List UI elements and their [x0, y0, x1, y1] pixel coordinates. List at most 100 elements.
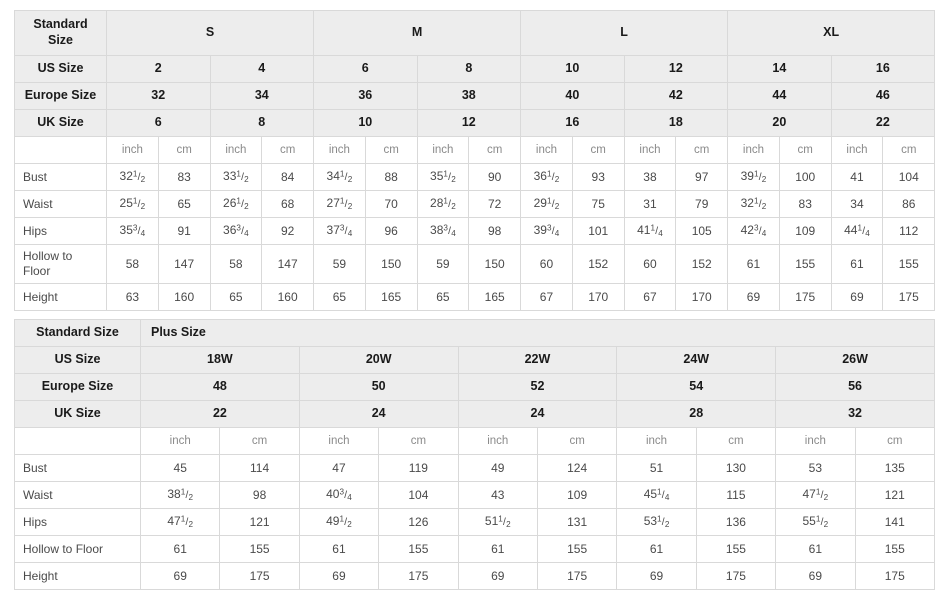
plus-measure-cell: 141	[854, 508, 936, 536]
unit-row-blank-label	[14, 136, 107, 164]
standard-measure-cell: 67	[623, 283, 677, 311]
plus-measure-cell: 471/2	[139, 508, 221, 536]
plus-measure-cell: 124	[536, 454, 618, 482]
unit-header-inch: inch	[139, 427, 221, 455]
plus-measure-cell: 155	[536, 535, 618, 563]
uk-size-value: 6	[106, 109, 211, 137]
plus-group-header-row: Standard Size Plus Size	[14, 319, 936, 347]
unit-header-cm: cm	[219, 427, 300, 455]
row-label-europe-size: Europe Size	[14, 82, 107, 110]
standard-measure-row: Waist 251/2 65 261/2 68 271/2 70 281/2 72 291/2 75…	[14, 190, 936, 218]
label-line2: Floor	[23, 264, 51, 278]
plus-measure-cell: 155	[854, 535, 936, 563]
unit-header-cm: cm	[882, 136, 936, 164]
plus-us-size-value: 22W	[457, 346, 618, 374]
standard-measure-cell: 251/2	[106, 190, 159, 218]
plus-europe-size-value: 54	[616, 373, 777, 401]
europe-size-value: 34	[209, 82, 315, 110]
standard-measure-cell: 170	[571, 283, 625, 311]
unit-header-cm: cm	[571, 136, 625, 164]
plus-row-label-waist: Waist	[14, 481, 141, 509]
plus-measure-cell: 45	[139, 454, 221, 482]
standard-measure-cell: 112	[882, 217, 936, 245]
unit-header-inch: inch	[830, 136, 884, 164]
unit-header-cm: cm	[854, 427, 936, 455]
standard-measure-row: Bust 321/2 83 331/2 84 341/2 88 351/2 90 361/2 93 3…	[14, 163, 936, 191]
us-size-value: 8	[416, 55, 522, 83]
standard-measure-cell: 60	[623, 244, 677, 284]
plus-measure-cell: 49	[457, 454, 538, 482]
standard-row-label-bust: Bust	[14, 163, 107, 191]
standard-measure-row: Hips 353/4 91 363/4 92 373/4 96 383/4 98 393/4 101…	[14, 217, 936, 245]
standard-measure-cell: 160	[157, 283, 211, 311]
unit-header-cm: cm	[675, 136, 729, 164]
standard-measure-cell: 79	[675, 190, 729, 218]
standard-measure-cell: 59	[313, 244, 366, 284]
unit-header-inch: inch	[457, 427, 538, 455]
standard-measure-cell: 170	[675, 283, 729, 311]
standard-measure-cell: 165	[364, 283, 418, 311]
us-size-value: 10	[520, 55, 625, 83]
plus-measure-cell: 114	[219, 454, 300, 482]
plus-uk-size-value: 32	[775, 400, 936, 428]
plus-measure-cell: 61	[139, 535, 221, 563]
standard-size-label-header: Standard Size	[14, 10, 107, 56]
us-size-value: 14	[727, 55, 832, 83]
standard-measure-cell: 91	[157, 217, 211, 245]
plus-measure-cell: 381/2	[139, 481, 221, 509]
us-size-value: 4	[209, 55, 315, 83]
europe-size-value: 32	[106, 82, 211, 110]
standard-measure-cell: 98	[468, 217, 522, 245]
standard-measure-cell: 160	[261, 283, 315, 311]
us-size-value: 16	[830, 55, 936, 83]
unit-header-cm: cm	[695, 427, 777, 455]
unit-header-inch: inch	[775, 427, 856, 455]
plus-us-size-row: US Size 18W 20W 22W 24W 26W	[14, 346, 936, 374]
plus-measure-row: Bust 45 114 47 119 49 124 51 130 53 135	[14, 454, 936, 482]
plus-uk-size-value: 28	[616, 400, 777, 428]
standard-measure-row: Hollow to Floor 58 147 58 147 59 150 59 150 60 152 6…	[14, 244, 936, 284]
standard-measure-cell: 361/2	[520, 163, 573, 191]
plus-measure-cell: 119	[378, 454, 459, 482]
standard-us-size-row: US Size 2 4 6 8 10 12 14 16	[14, 55, 936, 83]
plus-measure-cell: 98	[219, 481, 300, 509]
us-size-value: 2	[106, 55, 211, 83]
standard-measure-cell: 67	[520, 283, 573, 311]
size-group-l: L	[520, 10, 729, 56]
plus-measure-row: Height 69 175 69 175 69 175 69 175 69 175	[14, 562, 936, 590]
plus-measure-cell: 121	[219, 508, 300, 536]
plus-size-group-title: Plus Size	[139, 319, 936, 347]
unit-header-inch: inch	[727, 136, 780, 164]
standard-measure-cell: 281/2	[416, 190, 470, 218]
plus-measure-row: Hollow to Floor 61 155 61 155 61 155 61 155 61 155	[14, 535, 936, 563]
plus-measure-cell: 175	[695, 562, 777, 590]
uk-size-value: 10	[313, 109, 418, 137]
standard-measure-cell: 69	[727, 283, 780, 311]
standard-measure-cell: 165	[468, 283, 522, 311]
plus-measure-cell: 61	[298, 535, 380, 563]
standard-measure-cell: 363/4	[209, 217, 263, 245]
plus-uk-size-row: UK Size 22 24 24 28 32	[14, 400, 936, 428]
plus-measure-cell: 126	[378, 508, 459, 536]
table-separator	[14, 311, 938, 319]
standard-size-label-line2: Size	[47, 33, 73, 47]
standard-size-label-line1: Standard	[33, 17, 88, 32]
standard-measure-cell: 411/4	[623, 217, 677, 245]
plus-measure-cell: 121	[854, 481, 936, 509]
plus-measure-cell: 175	[854, 562, 936, 590]
europe-size-value: 38	[416, 82, 522, 110]
plus-measure-row: Hips 471/2 121 491/2 126 511/2 131 531/2 136 551/…	[14, 508, 936, 536]
plus-measure-cell: 175	[219, 562, 300, 590]
plus-measure-cell: 175	[378, 562, 459, 590]
europe-size-value: 42	[623, 82, 729, 110]
unit-header-cm: cm	[778, 136, 832, 164]
europe-size-value: 46	[830, 82, 936, 110]
standard-measure-cell: 152	[675, 244, 729, 284]
europe-size-value: 36	[313, 82, 418, 110]
standard-measure-cell: 291/2	[520, 190, 573, 218]
standard-size-table-body: Standard Size S M L XL US Size 2 4 6 8 1…	[14, 10, 936, 311]
plus-measure-cell: 69	[457, 562, 538, 590]
standard-measure-cell: 58	[106, 244, 159, 284]
plus-us-size-value: 18W	[140, 346, 300, 374]
standard-measure-cell: 109	[778, 217, 832, 245]
